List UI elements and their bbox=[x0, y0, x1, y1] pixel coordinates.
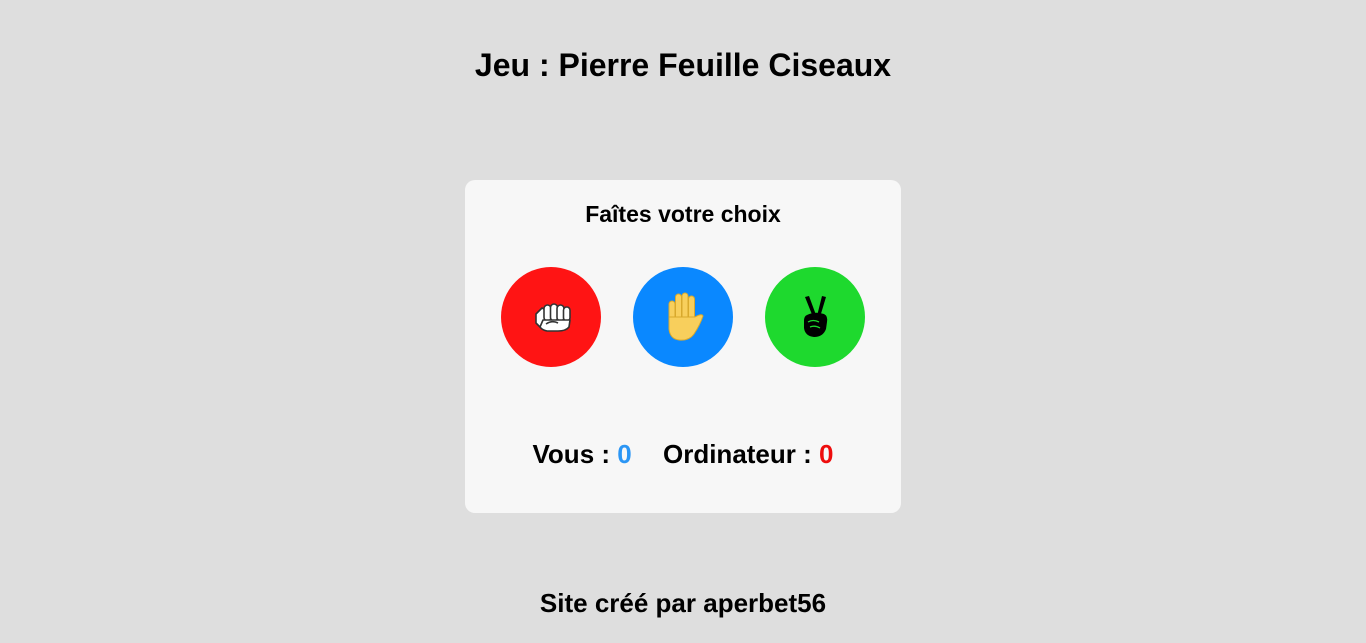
raised-hand-icon bbox=[668, 292, 704, 341]
user-score: Vous : 0 bbox=[533, 438, 632, 470]
rock-button[interactable] bbox=[501, 267, 601, 367]
fist-icon bbox=[535, 303, 571, 332]
page: Jeu : Pierre Feuille Ciseaux Faîtes votr… bbox=[0, 0, 1366, 643]
victory-hand-icon bbox=[804, 296, 828, 337]
game-card: Faîtes votre choix Vous: 0 Ordinateur:… bbox=[465, 180, 901, 513]
computer-score-label: Ordinateur : bbox=[662, 439, 812, 469]
computer-score-value: 0 bbox=[819, 439, 834, 469]
user-score-value: 0 bbox=[617, 439, 632, 469]
scoreboard: Vous : 0 Ordinateur : 0 bbox=[465, 438, 901, 470]
user-score-label: Vous : bbox=[532, 439, 611, 469]
footer-credit: Site créé par aperbet56 bbox=[539, 588, 827, 618]
scissors-button[interactable] bbox=[765, 267, 865, 367]
paper-button[interactable] bbox=[633, 267, 733, 367]
page-title: Jeu : Pierre Feuille Ciseaux bbox=[474, 47, 892, 83]
computer-score: Ordinateur : 0 bbox=[663, 438, 834, 470]
choice-prompt: Faîtes votre choix bbox=[585, 201, 781, 227]
